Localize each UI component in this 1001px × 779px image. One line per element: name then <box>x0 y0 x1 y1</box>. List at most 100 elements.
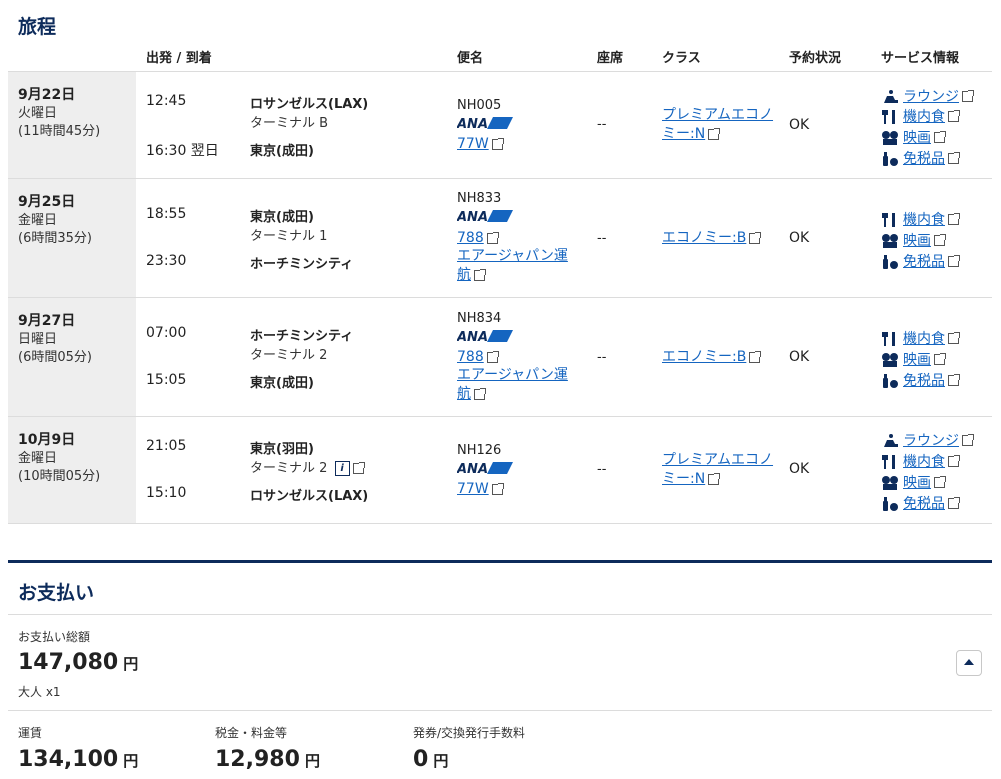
collapse-button[interactable] <box>956 650 982 676</box>
service-movie[interactable]: 映画 <box>881 472 946 491</box>
total-amount-row: 147,080 円 <box>18 650 138 675</box>
service-dutyfree[interactable]: 免税品 <box>881 251 960 270</box>
service-movie[interactable]: 映画 <box>881 349 946 368</box>
operator-link[interactable]: エアージャパン運航 <box>457 247 568 285</box>
operator-link[interactable]: エアージャパン運航 <box>457 366 568 404</box>
flight-weekday: 火曜日 <box>18 106 58 121</box>
service-meal[interactable]: 機内食 <box>881 328 960 347</box>
tax-amount: 12,980 <box>215 747 300 772</box>
ana-logo-text: ANA <box>457 210 488 223</box>
movie-icon <box>882 475 898 490</box>
service-lounge[interactable]: ラウンジ <box>881 430 974 449</box>
ana-logo-text: ANA <box>457 330 488 343</box>
external-link-icon <box>948 374 960 386</box>
flight-duration: (6時間35分) <box>18 231 92 246</box>
fee-label: 発券/交換発行手数料 <box>413 726 526 740</box>
departure-time: 12:45 <box>146 93 187 109</box>
external-link-icon <box>948 213 960 225</box>
flight-duration: (11時間45分) <box>18 124 101 139</box>
fare-currency: 円 <box>123 752 139 770</box>
fee-amount: 0 <box>413 747 429 772</box>
date-cell: 9月25日 金曜日 (6時間35分) <box>8 179 136 297</box>
table-divider <box>8 178 992 179</box>
total-label: お支払い総額 <box>18 630 91 644</box>
class-link[interactable]: プレミアムエコノ ミー:N <box>662 106 773 144</box>
departure-time: 18:55 <box>146 206 187 222</box>
service-meal[interactable]: 機内食 <box>881 106 960 125</box>
external-link-icon <box>474 268 486 281</box>
reservation-status: OK <box>789 230 810 246</box>
external-link-icon <box>948 497 960 509</box>
departure-time: 21:05 <box>146 438 187 454</box>
fare-label: 運賃 <box>18 726 43 740</box>
external-link-icon <box>934 476 946 488</box>
external-link-icon <box>962 434 974 446</box>
service-movie[interactable]: 映画 <box>881 230 946 249</box>
service-lounge[interactable]: ラウンジ <box>881 86 974 105</box>
departure-city: ホーチミンシティ <box>250 329 354 344</box>
flight-date: 10月9日 <box>18 432 76 448</box>
external-link-icon <box>708 472 721 485</box>
arrival-time: 16:30 翌日 <box>146 143 219 159</box>
ana-logo-text: ANA <box>457 462 488 475</box>
seat-value: -- <box>597 231 607 246</box>
meal-icon <box>882 212 895 227</box>
info-icon[interactable]: i <box>334 461 350 476</box>
tax-currency: 円 <box>305 752 321 770</box>
service-dutyfree[interactable]: 免税品 <box>881 148 960 167</box>
lounge-icon <box>884 433 898 447</box>
arrival-time: 23:30 <box>146 253 187 269</box>
service-dutyfree[interactable]: 免税品 <box>881 370 960 389</box>
lounge-icon <box>884 89 898 103</box>
aircraft-link[interactable]: 788 <box>457 229 499 248</box>
reservation-status: OK <box>789 349 810 365</box>
table-divider <box>8 523 992 524</box>
movie-icon <box>882 130 898 145</box>
meal-icon <box>882 109 895 124</box>
arrival-time: 15:05 <box>146 372 187 388</box>
header-depart-arrive: 出発 / 到着 <box>146 51 212 66</box>
ana-logo: ANA <box>457 210 513 223</box>
fare-amount-row: 134,100 円 <box>18 747 138 772</box>
meal-icon <box>882 454 895 469</box>
reservation-status: OK <box>789 461 810 477</box>
header-status: 予約状況 <box>789 51 842 66</box>
external-link-icon <box>486 231 499 244</box>
movie-icon <box>882 352 898 367</box>
section-divider <box>8 560 992 563</box>
payment-title: お支払い <box>18 582 95 604</box>
external-link-icon <box>934 234 946 246</box>
header-flight: 便名 <box>457 51 484 66</box>
flight-date: 9月27日 <box>18 313 76 329</box>
service-meal[interactable]: 機内食 <box>881 209 960 228</box>
class-link[interactable]: エコノミー:B <box>662 348 762 367</box>
class-link[interactable]: プレミアムエコノ ミー:N <box>662 451 773 489</box>
dutyfree-icon <box>883 496 898 511</box>
departure-terminal: ターミナル B <box>250 116 329 131</box>
service-meal[interactable]: 機内食 <box>881 451 960 470</box>
table-divider <box>8 416 992 417</box>
header-services: サービス情報 <box>881 51 960 66</box>
flight-weekday: 金曜日 <box>18 451 58 466</box>
table-divider <box>8 71 992 72</box>
arrival-city: ホーチミンシティ <box>250 257 354 272</box>
flight-number: NH005 <box>457 98 502 113</box>
departure-time: 07:00 <box>146 325 187 341</box>
aircraft-link[interactable]: 77W <box>457 480 504 499</box>
arrival-city: 東京(成田) <box>250 376 314 391</box>
seat-value: -- <box>597 117 607 132</box>
service-movie[interactable]: 映画 <box>881 127 946 146</box>
aircraft-link[interactable]: 788 <box>457 348 499 367</box>
aircraft-link[interactable]: 77W <box>457 135 504 154</box>
departure-terminal: ターミナル 1 <box>250 229 328 244</box>
ana-logo-text: ANA <box>457 117 488 130</box>
external-link-icon <box>486 350 499 363</box>
fee-currency: 円 <box>433 752 449 770</box>
external-link-icon <box>948 332 960 344</box>
flight-duration: (10時間05分) <box>18 469 101 484</box>
class-link[interactable]: エコノミー:B <box>662 229 762 248</box>
external-link-icon <box>491 482 504 495</box>
service-dutyfree[interactable]: 免税品 <box>881 493 960 512</box>
external-link-icon <box>948 110 960 122</box>
date-cell: 9月27日 日曜日 (6時間05分) <box>8 298 136 416</box>
